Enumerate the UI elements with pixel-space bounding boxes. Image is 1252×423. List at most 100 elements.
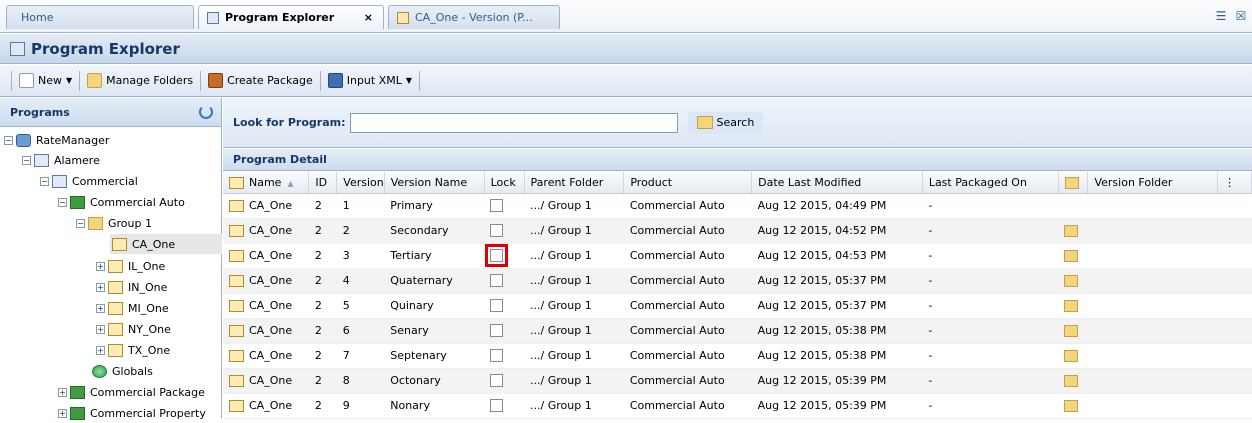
table-row[interactable]: CA_One 2 3 Tertiary .../ Group 1 Commercial A… <box>223 243 1252 269</box>
column-header-product[interactable]: Product <box>623 172 753 194</box>
tree-node-tx-one[interactable]: + TX_One <box>96 340 170 360</box>
version-folder-icon[interactable] <box>1064 350 1079 362</box>
version-folder-icon[interactable] <box>1064 275 1079 287</box>
expand-icon[interactable]: + <box>96 303 105 313</box>
cell-lock[interactable] <box>484 193 525 219</box>
table-row[interactable]: CA_One 2 2 Secondary .../ Group 1 Commercial … <box>223 218 1252 244</box>
cell-folder-icon[interactable] <box>1058 343 1088 369</box>
cell-folder-icon[interactable] <box>1058 193 1088 219</box>
table-row[interactable]: CA_One 2 9 Nonary .../ Group 1 Commercial Aut… <box>223 393 1252 419</box>
lock-checkbox[interactable] <box>490 274 504 288</box>
cell-folder-icon[interactable] <box>1058 268 1088 294</box>
tree-node-commercial-package[interactable]: + Commercial Package <box>58 382 205 402</box>
column-header-date-last-modified[interactable]: Date Last Modified <box>751 172 923 194</box>
tree-node-in-one[interactable]: + IN_One <box>96 277 167 297</box>
manage-folders-button[interactable]: Manage Folders <box>83 70 197 92</box>
input-xml-button[interactable]: Input XML ▼ <box>324 70 416 92</box>
tree-node-commercial[interactable]: − Commercial <box>40 171 138 191</box>
cell-name[interactable]: CA_One <box>223 293 309 319</box>
version-folder-icon[interactable] <box>1064 325 1079 337</box>
tree-node-mi-one[interactable]: + MI_One <box>96 298 169 318</box>
lock-checkbox[interactable] <box>490 249 504 263</box>
tree-node-ny-one[interactable]: + NY_One <box>96 319 171 339</box>
table-row[interactable]: CA_One 2 4 Quaternary .../ Group 1 Commercial… <box>223 268 1252 294</box>
search-input[interactable] <box>349 112 678 133</box>
tree-node-ca-one[interactable]: CA_One <box>110 234 222 254</box>
tree-node-ratemanager[interactable]: − RateManager <box>4 130 109 150</box>
collapse-icon[interactable]: − <box>76 218 85 228</box>
collapse-icon[interactable]: − <box>40 176 49 186</box>
cell-name[interactable]: CA_One <box>223 368 309 394</box>
tree-node-il-one[interactable]: + IL_One <box>96 256 165 276</box>
cell-name[interactable]: CA_One <box>223 318 309 344</box>
collapse-icon[interactable]: − <box>22 155 31 165</box>
tab-list-icon[interactable]: ☰ <box>1214 9 1228 23</box>
cell-lock[interactable] <box>484 393 525 419</box>
cell-folder-icon[interactable] <box>1058 293 1088 319</box>
new-button[interactable]: New ▼ <box>15 70 76 92</box>
version-folder-icon[interactable] <box>1064 250 1079 262</box>
tree-node-globals[interactable]: Globals <box>92 361 153 381</box>
tree-node-alamere[interactable]: − Alamere <box>22 150 100 170</box>
tree-node-group-1[interactable]: − Group 1 <box>76 213 152 233</box>
cell-lock[interactable] <box>484 368 525 394</box>
version-folder-icon[interactable] <box>1064 225 1079 237</box>
column-header-name[interactable]: Name ▲ <box>223 172 310 194</box>
cell-folder-icon[interactable] <box>1058 218 1088 244</box>
lock-checkbox[interactable] <box>490 224 504 238</box>
column-header-lock[interactable]: Lock <box>484 172 525 194</box>
column-header-version-folder[interactable]: Version Folder <box>1087 172 1219 194</box>
close-icon[interactable]: × <box>364 11 373 24</box>
column-header-version[interactable]: Version <box>336 172 385 194</box>
cell-name[interactable]: CA_One <box>223 393 309 419</box>
table-row[interactable]: CA_One 2 1 Primary .../ Group 1 Commercial Au… <box>223 193 1252 219</box>
version-folder-icon[interactable] <box>1064 300 1079 312</box>
lock-checkbox[interactable] <box>490 324 504 338</box>
lock-checkbox[interactable] <box>490 349 504 363</box>
column-menu-handle[interactable]: ⋮ <box>1217 172 1252 194</box>
expand-icon[interactable]: + <box>96 324 105 334</box>
lock-checkbox[interactable] <box>490 199 504 213</box>
tab-program-explorer[interactable]: Program Explorer × <box>198 5 384 29</box>
expand-icon[interactable]: + <box>96 345 105 355</box>
create-package-button[interactable]: Create Package <box>204 70 317 92</box>
lock-checkbox[interactable] <box>490 399 504 413</box>
lock-checkbox[interactable] <box>490 299 504 313</box>
collapse-icon[interactable]: − <box>58 197 67 207</box>
table-row[interactable]: CA_One 2 6 Senary .../ Group 1 Commercial Aut… <box>223 318 1252 344</box>
column-header-last-packaged-on[interactable]: Last Packaged On <box>922 172 1059 194</box>
cell-name[interactable]: CA_One <box>223 193 309 219</box>
table-row[interactable]: CA_One 2 5 Quinary .../ Group 1 Commercial Au… <box>223 293 1252 319</box>
cell-folder-icon[interactable] <box>1058 393 1088 419</box>
tree-node-commercial-auto[interactable]: − Commercial Auto <box>58 192 185 212</box>
cell-name[interactable]: CA_One <box>223 243 309 269</box>
tab-home[interactable]: Home <box>6 5 194 29</box>
version-folder-icon[interactable] <box>1064 400 1079 412</box>
tab-ca-one-version[interactable]: CA_One - Version (P... <box>388 5 560 29</box>
table-row[interactable]: CA_One 2 8 Octonary .../ Group 1 Commercial A… <box>223 368 1252 394</box>
cell-lock[interactable] <box>484 268 525 294</box>
tree-node-commercial-property[interactable]: + Commercial Property <box>58 403 206 423</box>
search-button[interactable]: Search <box>687 111 764 134</box>
cell-folder-icon[interactable] <box>1058 318 1088 344</box>
close-all-icon[interactable]: ☒ <box>1234 9 1248 23</box>
cell-name[interactable]: CA_One <box>223 218 309 244</box>
column-header-parent-folder[interactable]: Parent Folder <box>524 172 625 194</box>
column-header-folder-icon[interactable] <box>1058 172 1089 194</box>
cell-lock[interactable] <box>484 343 525 369</box>
cell-lock[interactable] <box>484 318 525 344</box>
cell-name[interactable]: CA_One <box>223 343 309 369</box>
cell-lock[interactable] <box>484 218 525 244</box>
version-folder-icon[interactable] <box>1064 375 1079 387</box>
cell-folder-icon[interactable] <box>1058 368 1088 394</box>
expand-icon[interactable]: + <box>96 282 105 292</box>
lock-checkbox[interactable] <box>490 374 504 388</box>
collapse-icon[interactable]: − <box>4 135 13 145</box>
expand-icon[interactable]: + <box>58 408 67 418</box>
table-row[interactable]: CA_One 2 7 Septenary .../ Group 1 Commercial … <box>223 343 1252 369</box>
expand-icon[interactable]: + <box>58 387 67 397</box>
refresh-icon[interactable] <box>199 105 213 119</box>
column-header-version-name[interactable]: Version Name <box>384 172 485 194</box>
cell-name[interactable]: CA_One <box>223 268 309 294</box>
cell-lock[interactable] <box>484 243 525 269</box>
